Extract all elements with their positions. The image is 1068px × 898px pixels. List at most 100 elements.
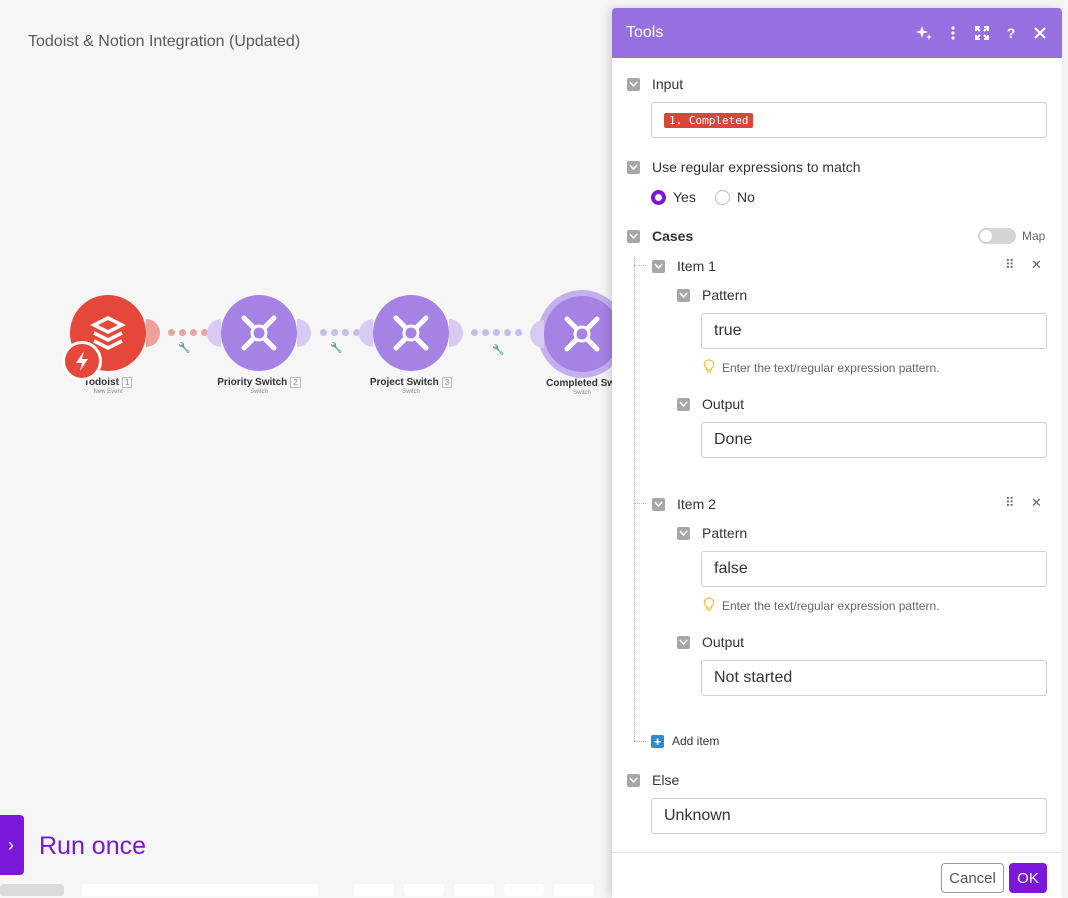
collapse-chevron-icon[interactable]: [627, 229, 640, 243]
collapse-chevron-icon[interactable]: [627, 773, 640, 787]
collapse-chevron-icon[interactable]: [677, 526, 690, 540]
else-input[interactable]: Unknown: [651, 798, 1047, 834]
tree-line: [634, 741, 646, 742]
pattern-input[interactable]: true: [701, 313, 1047, 349]
panel-title: Tools: [626, 24, 664, 41]
map-toggle-switch[interactable]: [978, 228, 1016, 244]
drag-handle-icon[interactable]: ⠿: [1005, 495, 1015, 511]
expand-icon[interactable]: [974, 25, 990, 41]
output-field-header[interactable]: Output: [677, 396, 744, 412]
regex-yes-option[interactable]: Yes: [651, 189, 696, 205]
toolbar-item[interactable]: [504, 884, 544, 896]
module-priority-switch[interactable]: Priority Switch 2 Switch: [199, 295, 319, 395]
panel-header: Tools ?: [612, 8, 1062, 58]
else-section-header[interactable]: Else: [627, 772, 679, 788]
toolbar-item[interactable]: [554, 884, 594, 896]
pattern-field-header[interactable]: Pattern: [677, 287, 747, 303]
collapse-chevron-icon[interactable]: [627, 160, 640, 174]
case-item-header[interactable]: Item 2: [652, 496, 716, 512]
pattern-field-header[interactable]: Pattern: [677, 525, 747, 541]
more-vertical-icon[interactable]: [945, 25, 961, 41]
output-label: Output: [702, 396, 745, 412]
output-field-header[interactable]: Output: [677, 634, 744, 650]
close-icon[interactable]: [1032, 25, 1048, 41]
route-settings-icon[interactable]: 🔧: [330, 343, 342, 354]
ok-button[interactable]: OK: [1009, 863, 1047, 893]
remove-item-icon[interactable]: ✕: [1031, 495, 1042, 511]
radio-no[interactable]: [715, 189, 730, 205]
connector-ear: [449, 319, 463, 347]
toolbar-item[interactable]: [454, 884, 494, 896]
help-icon[interactable]: ?: [1003, 25, 1019, 41]
tools-icon: [207, 295, 311, 371]
tools-icon: [530, 296, 620, 372]
module-todoist[interactable]: Todoist 1 New Event: [48, 295, 168, 395]
collapse-chevron-icon[interactable]: [677, 288, 690, 302]
tree-line: [634, 503, 646, 504]
collapse-chevron-icon[interactable]: [652, 259, 665, 273]
play-icon: ›: [8, 834, 14, 855]
output-label: Output: [702, 634, 745, 650]
lightbulb-icon: [703, 597, 715, 614]
add-item-button[interactable]: + Add item: [651, 734, 719, 748]
pattern-hint: Enter the text/regular expression patter…: [703, 597, 939, 614]
cases-label: Cases: [652, 228, 694, 244]
cases-section-header[interactable]: Cases: [627, 228, 693, 244]
hint-text: Enter the text/regular expression patter…: [722, 360, 940, 375]
connector-ear: [207, 319, 221, 347]
drag-handle-icon[interactable]: ⠿: [1005, 257, 1015, 273]
collapse-chevron-icon[interactable]: [652, 497, 665, 511]
tools-icon: [359, 295, 463, 371]
collapse-chevron-icon[interactable]: [677, 397, 690, 411]
toolbar-item[interactable]: [354, 884, 394, 896]
input-section-header[interactable]: Input: [627, 76, 683, 92]
module-project-switch[interactable]: Project Switch 3 Switch: [351, 295, 471, 395]
route-settings-icon[interactable]: 🔧: [178, 343, 190, 354]
remove-item-icon[interactable]: ✕: [1031, 257, 1042, 273]
ai-sparkle-icon[interactable]: [916, 25, 932, 41]
case-item-title: Item 2: [677, 496, 716, 512]
module-subtitle: Switch: [250, 389, 268, 396]
pattern-label: Pattern: [702, 525, 748, 541]
instant-trigger-icon: [62, 341, 102, 381]
add-item-label: Add item: [672, 734, 720, 748]
module-label: Project Switch: [369, 377, 439, 389]
radio-no-label: No: [737, 189, 755, 205]
module-label: Priority Switch: [217, 377, 288, 389]
run-once-button[interactable]: ›: [0, 815, 24, 875]
input-field[interactable]: 1. Completed: [651, 102, 1047, 138]
collapse-chevron-icon[interactable]: [677, 635, 690, 649]
pattern-hint: Enter the text/regular expression patter…: [703, 359, 939, 376]
map-toggle[interactable]: Map: [978, 228, 1045, 244]
tree-line: [634, 265, 646, 266]
run-once-label[interactable]: Run once: [39, 832, 146, 861]
toolbar-item[interactable]: [0, 884, 64, 896]
output-input[interactable]: Not started: [701, 660, 1047, 696]
route-connector[interactable]: [471, 329, 522, 336]
case-item-title: Item 1: [677, 258, 716, 274]
cancel-button[interactable]: Cancel: [941, 863, 1004, 893]
module-subtitle: New Event: [93, 389, 123, 396]
module-number: 1: [121, 377, 133, 388]
collapse-chevron-icon[interactable]: [627, 77, 640, 91]
footer-divider: [612, 852, 1062, 853]
pattern-input[interactable]: false: [701, 551, 1047, 587]
else-label: Else: [652, 772, 680, 788]
route-settings-icon[interactable]: 🔧: [492, 345, 504, 356]
connector-ear: [297, 319, 311, 347]
mapped-value-pill[interactable]: 1. Completed: [664, 112, 754, 128]
todoist-logo-icon: [62, 295, 160, 381]
lightbulb-icon: [703, 359, 715, 376]
connector-ear: [530, 320, 544, 348]
regex-no-option[interactable]: No: [715, 189, 755, 205]
output-input[interactable]: Done: [701, 422, 1047, 458]
regex-section-header[interactable]: Use regular expressions to match: [627, 159, 861, 175]
module-subtitle: Switch: [402, 389, 420, 396]
map-label: Map: [1022, 229, 1046, 243]
toolbar-item[interactable]: [82, 884, 318, 896]
radio-yes[interactable]: [651, 189, 666, 205]
input-label: Input: [652, 76, 684, 92]
case-item-header[interactable]: Item 1: [652, 258, 716, 274]
tree-line: [634, 256, 635, 741]
toolbar-item[interactable]: [404, 884, 444, 896]
